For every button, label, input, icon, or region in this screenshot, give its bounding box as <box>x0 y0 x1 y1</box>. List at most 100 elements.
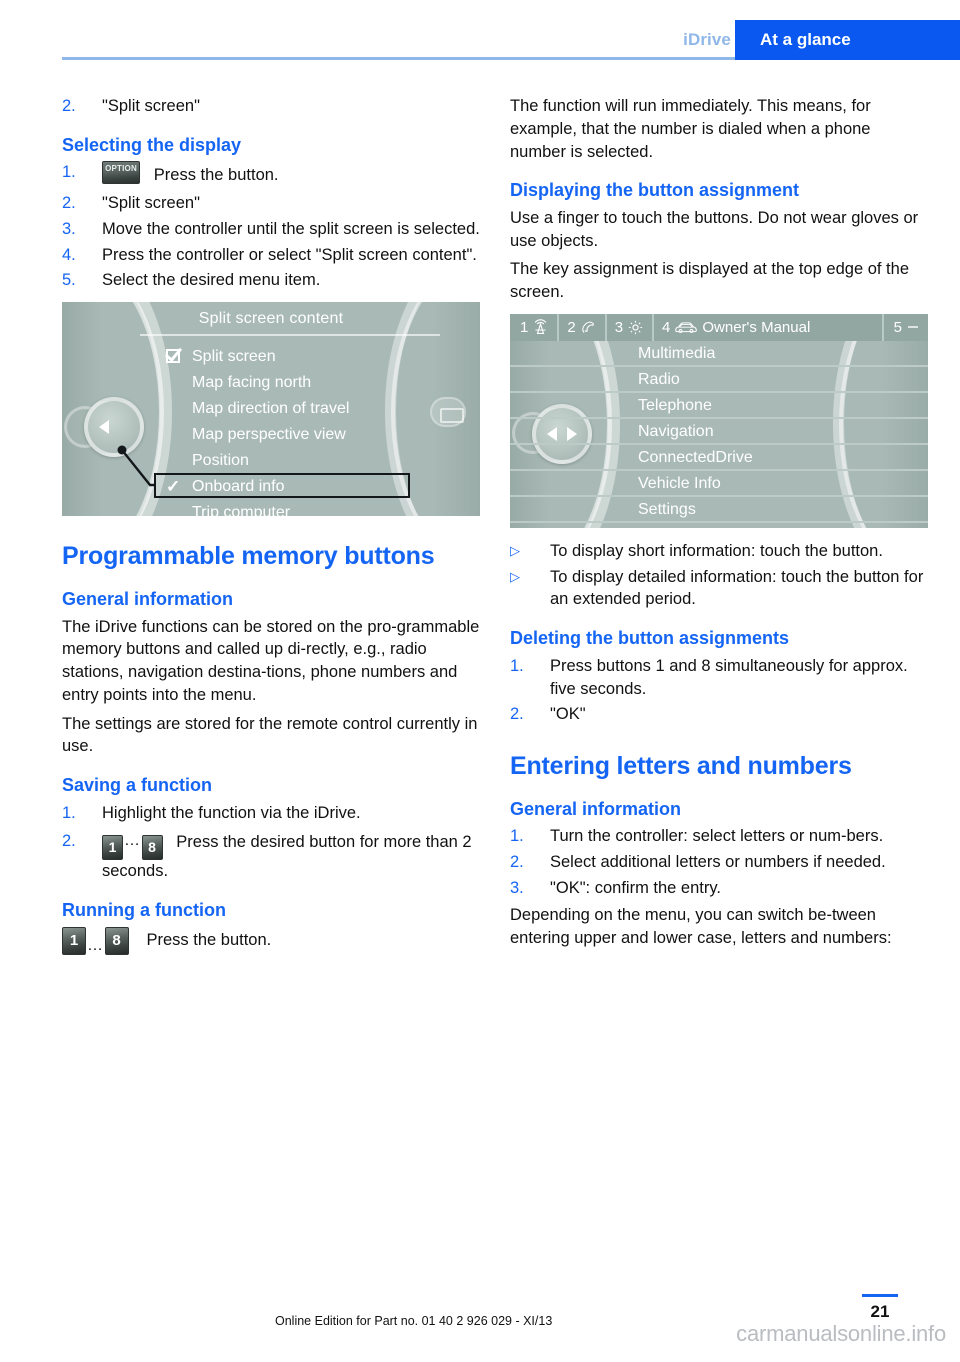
running-function-label: Press the button. <box>146 930 272 949</box>
list-text: Press the controller or select "Split sc… <box>102 245 477 264</box>
list-text: "Split screen" <box>102 97 200 115</box>
phone-handset-icon <box>580 319 597 336</box>
memory-button-1-icon: 1 <box>62 926 86 955</box>
status-button-2-number: 2 <box>567 318 576 336</box>
list-item: Multimedia <box>510 341 928 367</box>
list-text: Select the desired menu item. <box>102 271 321 290</box>
list-item: 2. "Split screen" <box>62 95 480 118</box>
manual-page: iDrive At a glance 2. "Split screen" Sel… <box>0 0 960 1362</box>
step-text: Press the button. <box>153 166 279 185</box>
header-divider <box>62 57 735 60</box>
list-text: "Split screen" <box>102 194 200 213</box>
status-button-1: 1 <box>510 313 560 341</box>
list-marker: 1. <box>62 163 76 182</box>
status-button-3-number: 3 <box>614 318 624 336</box>
heading-programmable-memory-buttons: Programmable memory buttons <box>62 542 435 571</box>
checkbox-checked-icon <box>166 349 180 364</box>
list-text: "OK": confirm the entry. <box>550 879 721 898</box>
page-header: iDrive At a glance <box>0 0 960 60</box>
list-marker: 2. <box>510 705 524 724</box>
list-item-label: Position <box>192 452 249 470</box>
running-function-row: 1… 8 Press the button. <box>62 926 480 955</box>
owners-manual-menu-list: Multimedia Radio Telephone Navigation Co… <box>510 341 928 523</box>
selecting-display-steps: 1. OPTION Press the button. 2. "Split sc… <box>62 161 480 292</box>
heading-selecting-the-display: Selecting the display <box>62 134 242 155</box>
display-toggle-icon <box>430 397 466 428</box>
memory-button-8-icon: 8 <box>104 926 129 955</box>
list-text: Move the controller until the split scre… <box>102 219 480 238</box>
left-column: 2. "Split screen" Selecting the display … <box>62 95 480 955</box>
list-text: Highlight the function via the iDrive. <box>102 803 361 822</box>
list-item-label: Map perspective view <box>192 426 346 444</box>
list-marker: 1. <box>62 803 76 822</box>
heading-saving-a-function: Saving a function <box>62 775 213 796</box>
list-item-label: Map direction of travel <box>192 400 350 418</box>
list-item: ConnectedDrive <box>510 445 928 471</box>
paragraph-key-assignment: The key assignment is displayed at the t… <box>510 260 909 302</box>
list-item: 3. Move the controller until the split s… <box>62 218 480 241</box>
heading-displaying-button-assignment: Displaying the button assignment <box>510 180 800 201</box>
ellipsis-separator: … <box>124 832 141 850</box>
list-item: 1. Press buttons 1 and 8 simultaneously … <box>510 655 928 701</box>
list-marker: 5. <box>62 271 76 290</box>
figure-owners-manual-screen: 1 2 3 4 Owner's Manual 5 Multimedia Radi… <box>510 313 928 528</box>
list-item-label: Multimedia <box>638 344 716 362</box>
list-item-label: Settings <box>638 500 696 518</box>
heading-running-a-function: Running a function <box>62 900 226 921</box>
figure-split-screen-content: Split screen content Split screen Map fa… <box>62 302 480 517</box>
list-item: Trip computer <box>164 500 349 516</box>
list-marker: 2. <box>62 832 76 851</box>
list-item: 1. Turn the controller: select letters o… <box>510 825 928 848</box>
list-item: Radio <box>510 367 928 393</box>
status-button-5-number: 5 <box>893 318 902 336</box>
list-item-label: ConnectedDrive <box>638 448 753 466</box>
list-item-label: Split screen <box>192 348 276 366</box>
memory-button-8-icon: 8 <box>141 835 163 861</box>
arrow-left-icon <box>99 420 109 435</box>
heading-entering-letters-and-numbers: Entering letters and numbers <box>510 752 852 781</box>
right-column: The function will run immediately. This … <box>510 95 928 955</box>
list-item: Vehicle Info <box>510 471 928 497</box>
paragraph-switch-case: Depending on the menu, you can switch be… <box>510 905 892 947</box>
ellipsis-separator: … <box>87 936 104 954</box>
page-number-rule <box>862 1294 898 1297</box>
figure-title-divider <box>140 334 440 337</box>
heading-general-information-right: General information <box>510 798 682 819</box>
saving-function-steps: 1. Highlight the function via the iDrive… <box>62 802 480 884</box>
screen-status-bar: 1 2 3 4 Owner's Manual 5 <box>510 313 928 341</box>
figure-screen-title: Split screen content <box>198 310 344 328</box>
dash-icon <box>906 320 920 334</box>
list-item-label: Radio <box>638 370 680 388</box>
list-item: 2. Select additional letters or numbers … <box>510 851 928 874</box>
carryover-list: 2. "Split screen" <box>62 95 480 118</box>
list-item: ▷ To display short information: touch th… <box>510 540 928 563</box>
heading-deleting-button-assignments: Deleting the button assignments <box>510 628 790 649</box>
option-button-icon: OPTION <box>102 161 140 185</box>
page-footer: Online Edition for Part no. 01 40 2 926 … <box>0 1272 960 1362</box>
list-item: Settings <box>510 497 928 523</box>
list-item: Map facing north <box>164 370 349 396</box>
list-item: 1. OPTION Press the button. <box>62 161 480 187</box>
footer-edition-note: Online Edition for Part no. 01 40 2 926 … <box>275 1314 553 1328</box>
list-item-label: Telephone <box>638 396 712 414</box>
list-item: 3. "OK": confirm the entry. <box>510 877 928 900</box>
list-text: Turn the controller: select letters or n… <box>550 827 884 846</box>
list-text: "OK" <box>550 705 586 724</box>
list-item-label: Vehicle Info <box>638 474 721 492</box>
header-section-tab: At a glance <box>735 20 960 60</box>
list-item: 2. 1… 8 Press the desired button for more… <box>62 830 480 883</box>
status-button-4: 4 Owner's Manual <box>654 313 884 341</box>
antenna-icon <box>532 319 549 336</box>
list-item: 2. "Split screen" <box>62 192 480 215</box>
list-text: Select additional letters or numbers if … <box>550 853 886 872</box>
list-marker: 3. <box>510 879 524 898</box>
list-text: 1… 8 Press the desired button for more th… <box>102 830 480 883</box>
list-item: ▷ To display detailed information: touch… <box>510 566 928 612</box>
status-button-4-label: Owner's Manual <box>702 318 811 336</box>
list-text: To display detailed information: touch t… <box>550 567 924 609</box>
list-item-label: Navigation <box>638 422 714 440</box>
list-text: To display short information: touch the … <box>550 541 883 560</box>
list-marker: 2. <box>62 97 76 115</box>
list-item-label: Map facing north <box>192 374 312 392</box>
deleting-assignments-steps: 1. Press buttons 1 and 8 simultaneously … <box>510 655 928 726</box>
